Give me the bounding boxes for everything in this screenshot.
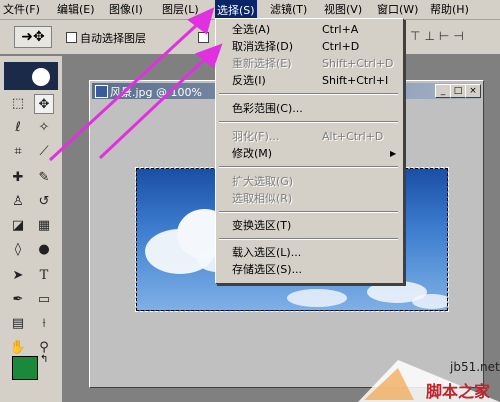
- watermark: jb51.net 脚本之家: [358, 356, 500, 402]
- pointer-arrow-icon: [48, 7, 215, 162]
- annotation-arrows: [48, 7, 223, 162]
- watermark-site: jb51.net: [450, 360, 500, 374]
- pointer-arrow-icon: [98, 43, 223, 160]
- watermark-name: 脚本之家: [426, 382, 491, 401]
